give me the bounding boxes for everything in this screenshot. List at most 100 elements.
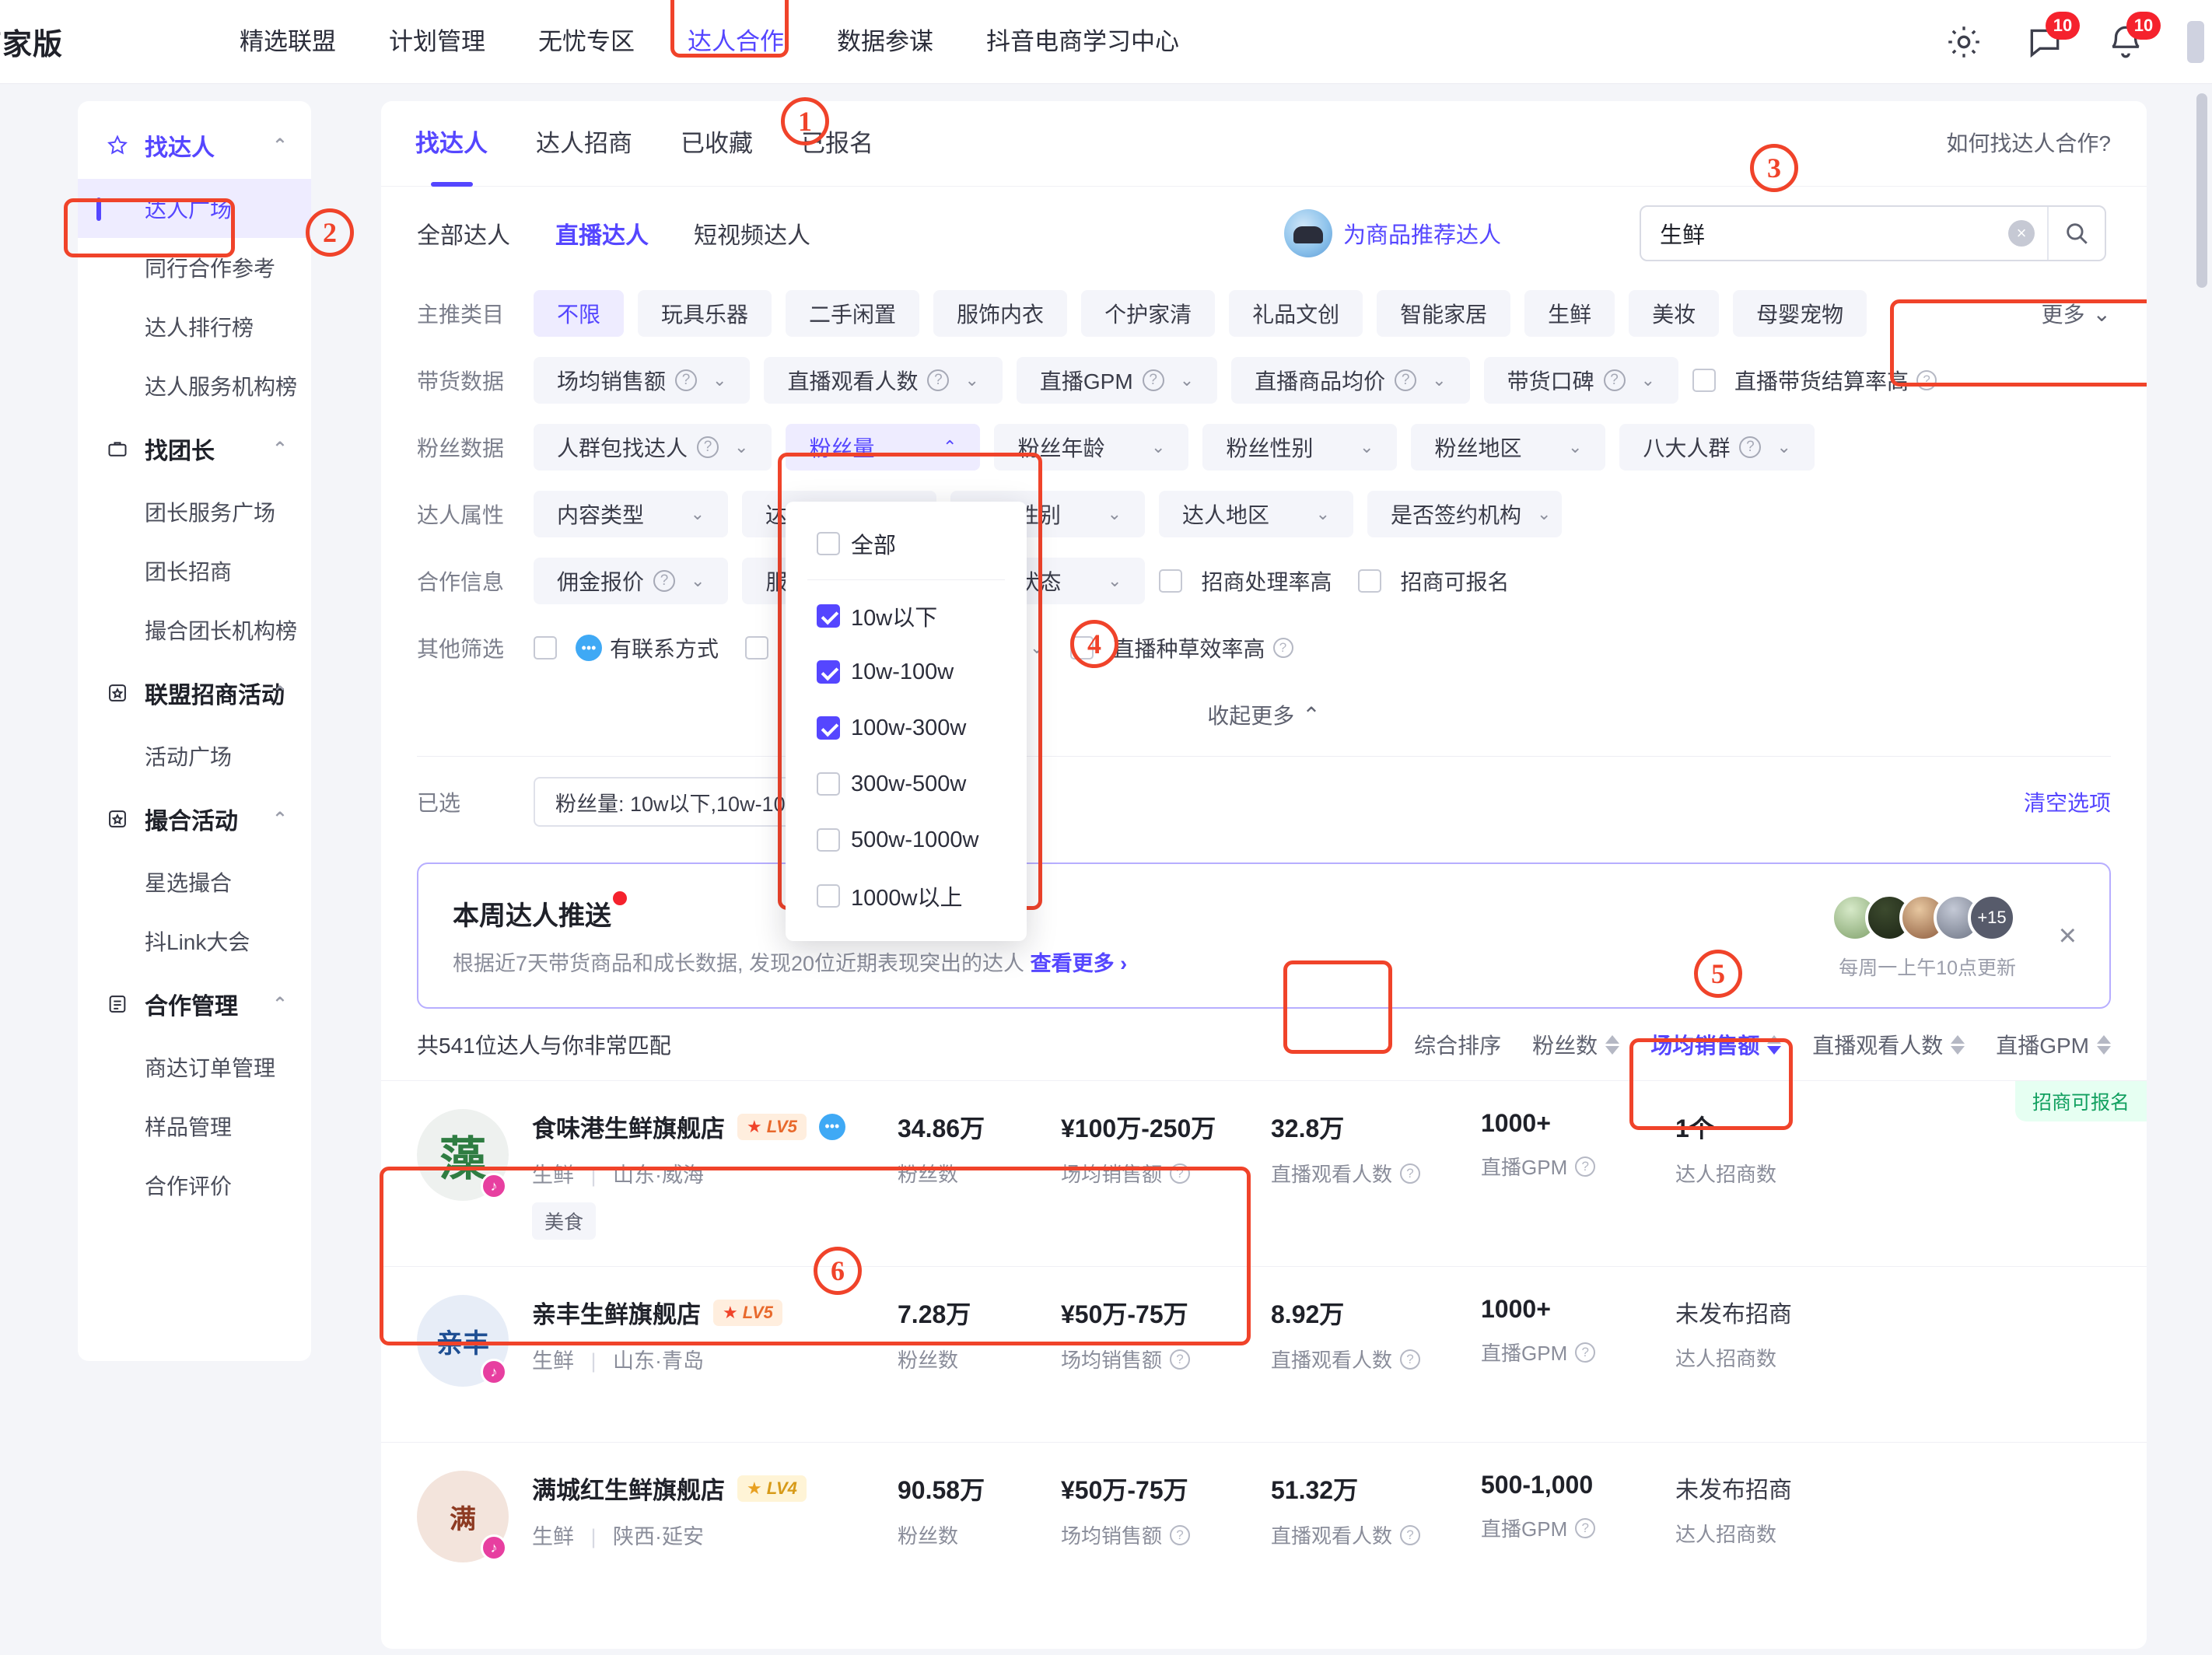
category-chip-1[interactable]: 玩具乐器	[638, 290, 772, 337]
help-icon[interactable]: ?	[1575, 1156, 1596, 1177]
bell-icon[interactable]: 10	[2106, 12, 2161, 61]
checkbox[interactable]	[534, 636, 557, 660]
sidebar-item-sample-manage[interactable]: 样品管理	[78, 1097, 311, 1156]
dropdown-option-300w-500w[interactable]: 300w-500w	[786, 756, 1027, 812]
sidebar-item-review[interactable]: 合作评价	[78, 1156, 311, 1215]
filter-dropdown-avg-sales[interactable]: 场均销售额? ⌄	[534, 357, 751, 404]
category-more-button[interactable]: 更多 ⌄	[2042, 298, 2111, 329]
checkbox[interactable]	[817, 532, 840, 555]
search-icon[interactable]	[2047, 207, 2105, 260]
category-chip-0[interactable]: 不限	[534, 290, 625, 337]
sidebar-item-doulink[interactable]: 抖Link大会	[78, 911, 311, 971]
sidebar-item-xingxuan[interactable]: 星选撮合	[78, 852, 311, 911]
topnav-item-4[interactable]: 数据参谋	[810, 0, 960, 84]
help-icon[interactable]: ?	[927, 369, 950, 391]
filter-dropdown-fans-count[interactable]: 粉丝量 ⌃	[786, 424, 981, 471]
topnav-item-1[interactable]: 计划管理	[362, 0, 512, 84]
chevron-up-icon[interactable]: ⌃	[272, 993, 288, 1016]
recommend-daren-button[interactable]: 为商品推荐达人	[1283, 209, 1501, 257]
close-icon[interactable]: ×	[2059, 920, 2077, 951]
avatar[interactable]: 藻 ♪	[417, 1109, 509, 1201]
gear-icon[interactable]	[1944, 23, 1983, 61]
help-link[interactable]: 如何找达人合作?	[1946, 101, 2111, 187]
subtab-all-daren[interactable]: 全部达人	[417, 216, 510, 250]
help-icon[interactable]: ?	[1142, 369, 1164, 391]
checkbox[interactable]	[1358, 569, 1382, 593]
subtab-short-video-daren[interactable]: 短视频达人	[694, 216, 810, 250]
filter-dropdown-live-viewers[interactable]: 直播观看人数? ⌄	[764, 357, 1003, 404]
topnav-item-5[interactable]: 抖音电商学习中心	[960, 0, 1206, 84]
table-row[interactable]: 亲丰 ♪ 亲丰生鲜旗舰店 ★ LV5 生鲜 | 山东·青岛 7.28万 粉丝数 ¥…	[381, 1266, 2147, 1442]
sort-fans[interactable]: 粉丝数	[1532, 1029, 1620, 1060]
filter-dropdown-eight-crowds[interactable]: 八大人群? ⌄	[1619, 424, 1815, 471]
category-chip-5[interactable]: 礼品文创	[1229, 290, 1363, 337]
sidebar-item-daren-rank[interactable]: 达人排行榜	[78, 297, 311, 356]
sidebar-item-huodong-guangchang[interactable]: 活动广场	[78, 726, 311, 786]
filter-dropdown-commission[interactable]: 佣金报价? ⌄	[534, 558, 729, 604]
sort-comprehensive[interactable]: 综合排序	[1414, 1029, 1501, 1060]
collapse-more-button[interactable]: 收起更多 ⌃	[417, 681, 2111, 748]
dropdown-option-all[interactable]: 全部	[786, 516, 1027, 572]
filter-check-zhaoshang-rate[interactable]: 招商处理率高	[1159, 565, 1332, 597]
checkbox[interactable]	[1159, 569, 1183, 593]
chevron-up-icon[interactable]: ⌃	[272, 682, 288, 705]
subtab-live-daren[interactable]: 直播达人	[555, 216, 649, 250]
help-icon[interactable]: ?	[1400, 1524, 1421, 1545]
sort-live-viewers[interactable]: 直播观看人数	[1812, 1029, 1965, 1060]
sidebar-item-order-manage[interactable]: 商达订单管理	[78, 1037, 311, 1097]
filter-check-zhaoshang-open[interactable]: 招商可报名	[1358, 565, 1509, 597]
sidebar-group-find-tuanzhang[interactable]: 找团长 ⌃	[78, 415, 311, 482]
avatar[interactable]	[2187, 21, 2204, 63]
scrollbar[interactable]	[2196, 93, 2207, 288]
sidebar-item-tuanzhang-service[interactable]: 团长服务广场	[78, 482, 311, 541]
daren-name[interactable]: 食味港生鲜旗舰店	[532, 1109, 725, 1144]
tab-favorited[interactable]: 已收藏	[681, 101, 753, 187]
filter-dropdown-crowd-pack[interactable]: 人群包找达人? ⌄	[534, 424, 772, 471]
sidebar-group-lianmeng[interactable]: 联盟招商活动 ⌃	[78, 660, 311, 726]
avatar[interactable]: 亲丰 ♪	[417, 1295, 509, 1387]
sidebar-item-cuohe-tuanzhang[interactable]: 撮合团长机构榜	[78, 600, 311, 660]
topnav-item-0[interactable]: 精选联盟	[213, 0, 362, 84]
category-chip-6[interactable]: 智能家居	[1377, 290, 1511, 337]
daren-name[interactable]: 亲丰生鲜旗舰店	[532, 1295, 701, 1330]
checkbox[interactable]	[745, 636, 769, 660]
help-icon[interactable]: ?	[1603, 369, 1626, 391]
help-icon[interactable]: ?	[653, 570, 676, 592]
sidebar-item-tuanzhang-zhaoshang[interactable]: 团长招商	[78, 541, 311, 600]
clear-icon[interactable]: ×	[2008, 220, 2035, 247]
sidebar-group-cuohe[interactable]: 撮合活动 ⌃	[78, 786, 311, 852]
sidebar-item-daren-guangchang[interactable]: 达人广场	[78, 179, 311, 238]
daren-name[interactable]: 满城红生鲜旗舰店	[532, 1471, 725, 1506]
table-row[interactable]: 满 ♪ 满城红生鲜旗舰店 ★ LV4 生鲜 | 陕西·延安 90.58万 粉丝数 …	[381, 1442, 2147, 1618]
help-icon[interactable]: ?	[1400, 1349, 1421, 1370]
chevron-up-icon[interactable]: ⌃	[272, 135, 288, 157]
help-icon[interactable]: ?	[675, 369, 698, 391]
filter-dropdown-fans-region[interactable]: 粉丝地区 ⌄	[1411, 424, 1606, 471]
contact-icon[interactable]: •••	[818, 1113, 845, 1140]
chevron-up-icon[interactable]: ⌃	[272, 438, 288, 460]
clear-options-button[interactable]: 清空选项	[2024, 786, 2111, 817]
sidebar-item-tonghang[interactable]: 同行合作参考	[78, 238, 311, 297]
category-chip-7[interactable]: 生鲜	[1524, 290, 1615, 337]
dropdown-option-10w-100w[interactable]: 10w-100w	[786, 644, 1027, 700]
category-chip-9[interactable]: 母婴宠物	[1733, 290, 1867, 337]
chevron-up-icon[interactable]: ⌃	[272, 808, 288, 831]
table-row[interactable]: 招商可报名 藻 ♪ 食味港生鲜旗舰店 ★ LV5 ••• 生鲜 | 山东·威海 美…	[381, 1080, 2147, 1266]
sort-live-gpm[interactable]: 直播GPM	[1996, 1029, 2111, 1060]
help-icon[interactable]: ?	[1170, 1349, 1191, 1370]
sidebar-item-daren-agency-rank[interactable]: 达人服务机构榜	[78, 356, 311, 415]
filter-dropdown-content-type[interactable]: 内容类型 ⌄	[534, 491, 728, 537]
checkbox[interactable]	[817, 828, 840, 852]
checkbox[interactable]	[1692, 369, 1717, 392]
topnav-item-2[interactable]: 无忧专区	[512, 0, 661, 84]
checkbox[interactable]	[817, 884, 840, 908]
category-chip-4[interactable]: 个护家清	[1081, 290, 1216, 337]
sort-avg-sales[interactable]: 场均销售额	[1650, 1029, 1782, 1060]
tab-find-daren[interactable]: 找达人	[415, 101, 488, 187]
topnav-item-daren-hezuo[interactable]: 达人合作	[661, 0, 810, 84]
sidebar-group-find-daren[interactable]: 找达人 ⌃	[78, 112, 311, 179]
help-icon[interactable]: ?	[1575, 1342, 1596, 1363]
filter-check-settlement-rate[interactable]: 直播带货结算率高 ?	[1692, 365, 1937, 396]
checkbox[interactable]	[817, 604, 840, 628]
checkbox[interactable]	[817, 716, 840, 740]
